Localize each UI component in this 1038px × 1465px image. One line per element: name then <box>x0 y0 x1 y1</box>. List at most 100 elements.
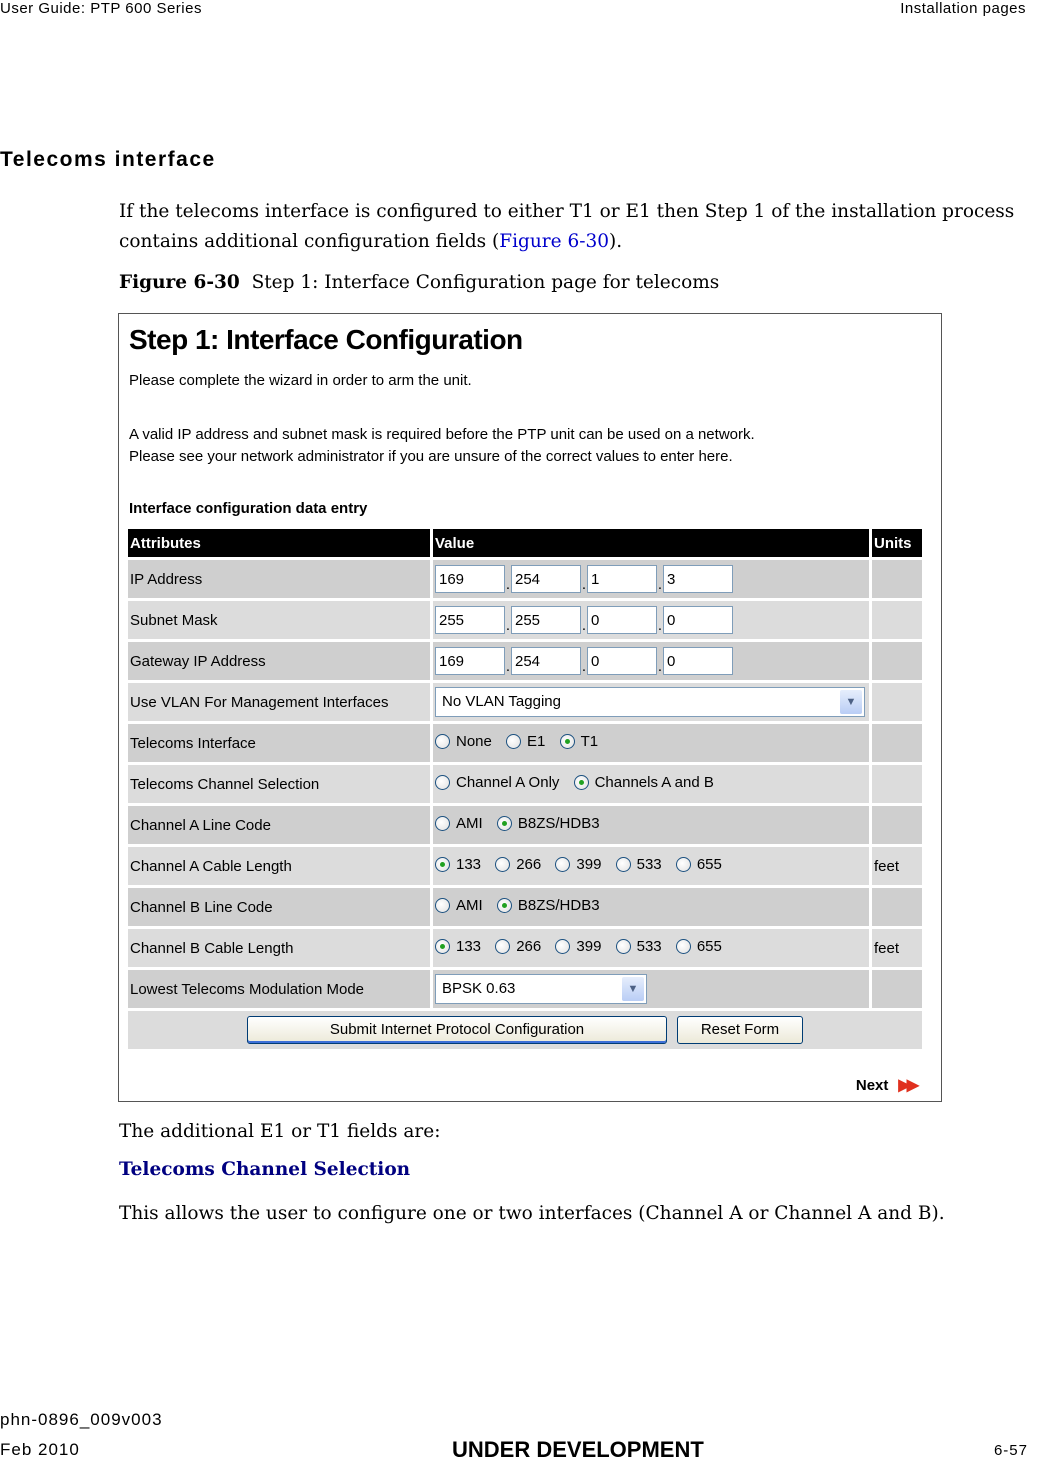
subnet-octet-4[interactable]: 0 <box>663 606 733 634</box>
units-cell <box>872 560 922 598</box>
radio-selected-icon[interactable] <box>559 734 575 749</box>
double-arrow-right-icon[interactable]: ▶▶ <box>898 1075 919 1095</box>
gateway-octet-2[interactable]: 254 <box>511 647 581 675</box>
radio-icon[interactable] <box>435 734 450 749</box>
screenshot-figure: Step 1: Interface Configuration Please c… <box>118 313 942 1102</box>
units-cell <box>872 601 922 639</box>
label-a-cable-length: Channel A Cable Length <box>128 847 430 885</box>
row-vlan: Use VLAN For Management Interfaces No VL… <box>128 683 922 721</box>
radio-icon[interactable] <box>555 939 571 954</box>
label-telecoms-interface: Telecoms Interface <box>128 724 430 762</box>
radio-label: AMI <box>456 897 483 914</box>
units-cell <box>872 724 922 762</box>
ip-octet-2[interactable]: 254 <box>511 565 581 593</box>
radio-icon[interactable] <box>555 857 571 872</box>
radio-icon[interactable] <box>435 898 450 913</box>
radio-b-266[interactable]: 266 <box>495 938 541 955</box>
radio-a-655[interactable]: 655 <box>675 856 722 873</box>
modulation-select[interactable]: BPSK 0.63 ▼ <box>435 974 647 1004</box>
gateway-octet-4[interactable]: 0 <box>663 647 733 675</box>
radio-selected-icon[interactable] <box>573 775 589 790</box>
label-b-cable-length: Channel B Cable Length <box>128 929 430 967</box>
row-a-line-code: Channel A Line Code AMI B8ZS/HDB3 <box>128 806 922 844</box>
radio-icon[interactable] <box>675 857 691 872</box>
radio-b-133[interactable]: 133 <box>435 938 481 955</box>
label-modulation: Lowest Telecoms Modulation Mode <box>128 970 430 1008</box>
radio-a-b8zs[interactable]: B8ZS/HDB3 <box>496 815 600 832</box>
gateway-octet-3[interactable]: 0 <box>587 647 657 675</box>
reset-button[interactable]: Reset Form <box>677 1016 803 1044</box>
radio-icon[interactable] <box>675 939 691 954</box>
radio-a-133[interactable]: 133 <box>435 856 481 873</box>
ip-octet-4[interactable]: 3 <box>663 565 733 593</box>
ip-octet-1[interactable]: 169 <box>435 565 505 593</box>
subnet-octet-1[interactable]: 255 <box>435 606 505 634</box>
figure-label: Figure 6-30 <box>119 272 240 293</box>
radio-selected-icon[interactable] <box>496 816 512 831</box>
subnet-octet-2[interactable]: 255 <box>511 606 581 634</box>
radio-a-266[interactable]: 266 <box>495 856 541 873</box>
radio-label: 655 <box>696 938 722 955</box>
radio-a-533[interactable]: 533 <box>615 856 662 873</box>
radio-channels-a-and-b[interactable]: Channels A and B <box>573 774 714 791</box>
radio-icon[interactable] <box>435 775 450 790</box>
radio-icon[interactable] <box>615 857 631 872</box>
radio-icon[interactable] <box>506 734 522 749</box>
column-header-attributes: Attributes <box>128 529 430 557</box>
radio-label: B8ZS/HDB3 <box>517 897 600 914</box>
radio-icon[interactable] <box>495 939 511 954</box>
header-doc-title: User Guide: PTP 600 Series <box>0 0 202 17</box>
submit-button[interactable]: Submit Internet Protocol Configuration <box>247 1016 667 1044</box>
radio-icon[interactable] <box>495 857 511 872</box>
units-b-cable: feet <box>872 929 922 967</box>
after-figure-text: The additional E1 or T1 fields are: <box>119 1121 441 1142</box>
radio-label: E1 <box>527 733 546 750</box>
config-table: Attributes Value Units IP Address 169. 25… <box>125 526 925 1052</box>
radio-selected-icon[interactable] <box>435 857 450 872</box>
vlan-select[interactable]: No VLAN Tagging ▼ <box>435 687 865 717</box>
figure-link[interactable]: Figure 6-30 <box>499 231 609 252</box>
radio-e1[interactable]: E1 <box>506 733 545 750</box>
radio-label: None <box>456 733 492 750</box>
label-gateway: Gateway IP Address <box>128 642 430 680</box>
radio-a-399[interactable]: 399 <box>555 856 601 873</box>
radio-b-399[interactable]: 399 <box>555 938 601 955</box>
row-buttons: Submit Internet Protocol Configuration Re… <box>128 1011 922 1049</box>
footer-doc-id: phn-0896_009v003 <box>0 1410 163 1429</box>
radio-b-533[interactable]: 533 <box>615 938 662 955</box>
gateway-octet-1[interactable]: 169 <box>435 647 505 675</box>
radio-b-655[interactable]: 655 <box>675 938 722 955</box>
radio-channel-a-only[interactable]: Channel A Only <box>435 774 559 791</box>
footer-status: UNDER DEVELOPMENT <box>452 1437 704 1462</box>
table-heading: Interface configuration data entry <box>129 500 368 517</box>
units-cell <box>872 888 922 926</box>
wizard-description: A valid IP address and subnet mask is re… <box>129 426 755 465</box>
radio-label: T1 <box>580 733 599 750</box>
radio-icon[interactable] <box>615 939 631 954</box>
intro-text-end: ). <box>609 231 623 252</box>
radio-label: 133 <box>456 856 482 873</box>
radio-a-ami[interactable]: AMI <box>435 815 483 832</box>
ip-octet-3[interactable]: 1 <box>587 565 657 593</box>
footer-page-number: 6-57 <box>993 1442 1028 1459</box>
radio-b-ami[interactable]: AMI <box>435 897 483 914</box>
radio-label: 399 <box>576 938 602 955</box>
radio-selected-icon[interactable] <box>496 898 512 913</box>
footer-date: Feb 2010 <box>0 1440 80 1459</box>
row-b-cable-length: Channel B Cable Length 133 266 399 533 6… <box>128 929 922 967</box>
radio-none[interactable]: None <box>435 733 492 750</box>
radio-b-b8zs[interactable]: B8ZS/HDB3 <box>496 897 600 914</box>
subnet-octet-3[interactable]: 0 <box>587 606 657 634</box>
radio-icon[interactable] <box>435 816 450 831</box>
chevron-down-icon[interactable]: ▼ <box>840 690 862 714</box>
radio-t1[interactable]: T1 <box>559 733 599 750</box>
row-b-line-code: Channel B Line Code AMI B8ZS/HDB3 <box>128 888 922 926</box>
next-link[interactable]: Next ▶▶ <box>856 1075 919 1095</box>
row-channel-selection: Telecoms Channel Selection Channel A Onl… <box>128 765 922 803</box>
row-ip-address: IP Address 169. 254. 1. 3 <box>128 560 922 598</box>
radio-label: 655 <box>696 856 722 873</box>
label-channel-selection: Telecoms Channel Selection <box>128 765 430 803</box>
chevron-down-icon[interactable]: ▼ <box>622 977 644 1001</box>
radio-label: B8ZS/HDB3 <box>517 815 600 832</box>
radio-selected-icon[interactable] <box>435 939 450 954</box>
